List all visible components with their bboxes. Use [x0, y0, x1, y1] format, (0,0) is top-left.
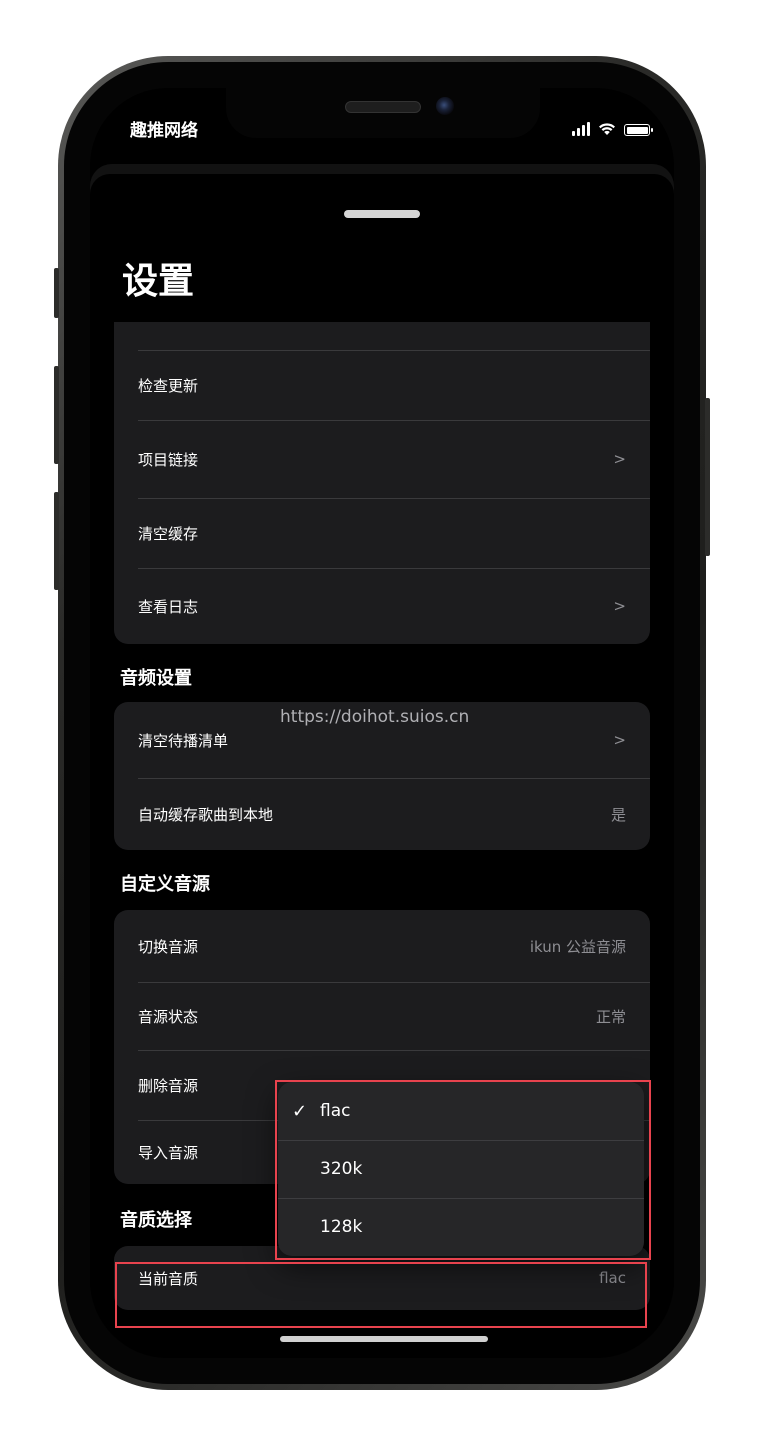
status-icons [572, 120, 653, 136]
volume-down-button [54, 492, 59, 590]
source-status-row[interactable]: 音源状态 正常 [114, 982, 650, 1050]
home-indicator[interactable] [280, 1336, 488, 1342]
power-button [705, 398, 710, 556]
quality-header: 音质选择 [120, 1210, 192, 1231]
status-carrier: 趣推网络 [130, 121, 198, 141]
audio-settings-header: 音频设置 [120, 668, 192, 689]
maintenance-card: 检查更新 项目链接 > 清空缓存 查看日志 > [114, 322, 650, 644]
volume-up-button [54, 366, 59, 464]
clear-cache-row[interactable]: 清空缓存 [114, 498, 650, 568]
watermark-text: https://doihot.suios.cn [280, 707, 470, 727]
sheet-grabber[interactable] [344, 210, 420, 218]
project-link-row[interactable]: 项目链接 > [114, 420, 650, 498]
earpiece-speaker [345, 101, 421, 113]
cellular-signal-icon [572, 122, 590, 136]
wifi-icon [599, 123, 615, 135]
row-label: 删除音源 [138, 1076, 199, 1095]
notch [226, 88, 540, 138]
custom-source-header: 自定义音源 [120, 874, 210, 895]
row-value: ikun 公益音源 [529, 937, 626, 956]
row-label: 音源状态 [138, 1007, 199, 1026]
auto-cache-row[interactable]: 自动缓存歌曲到本地 是 [114, 778, 650, 850]
row-value: 正常 [595, 1007, 626, 1026]
chevron-right-icon: > [613, 450, 626, 468]
row-label: 切换音源 [138, 937, 199, 956]
silent-switch [54, 268, 59, 318]
row-label: 清空缓存 [138, 524, 199, 543]
chevron-right-icon: > [613, 597, 626, 615]
current-quality-highlight-box [115, 1262, 647, 1328]
row-label: 自动缓存歌曲到本地 [138, 805, 274, 824]
front-camera [436, 97, 454, 115]
dropdown-highlight-box [275, 1080, 651, 1260]
page-title: 设置 [122, 261, 195, 302]
battery-icon [624, 124, 653, 136]
check-update-row[interactable]: 检查更新 [114, 350, 650, 420]
chevron-right-icon: > [613, 731, 626, 749]
view-log-row[interactable]: 查看日志 > [114, 568, 650, 644]
row-label: 项目链接 [138, 450, 199, 469]
row-label: 导入音源 [138, 1143, 199, 1162]
row-label: 清空待播清单 [138, 731, 229, 750]
switch-source-row[interactable]: 切换音源 ikun 公益音源 [114, 910, 650, 982]
row-value: 是 [610, 805, 626, 824]
row-label: 查看日志 [138, 597, 199, 616]
row-label: 检查更新 [138, 376, 199, 395]
